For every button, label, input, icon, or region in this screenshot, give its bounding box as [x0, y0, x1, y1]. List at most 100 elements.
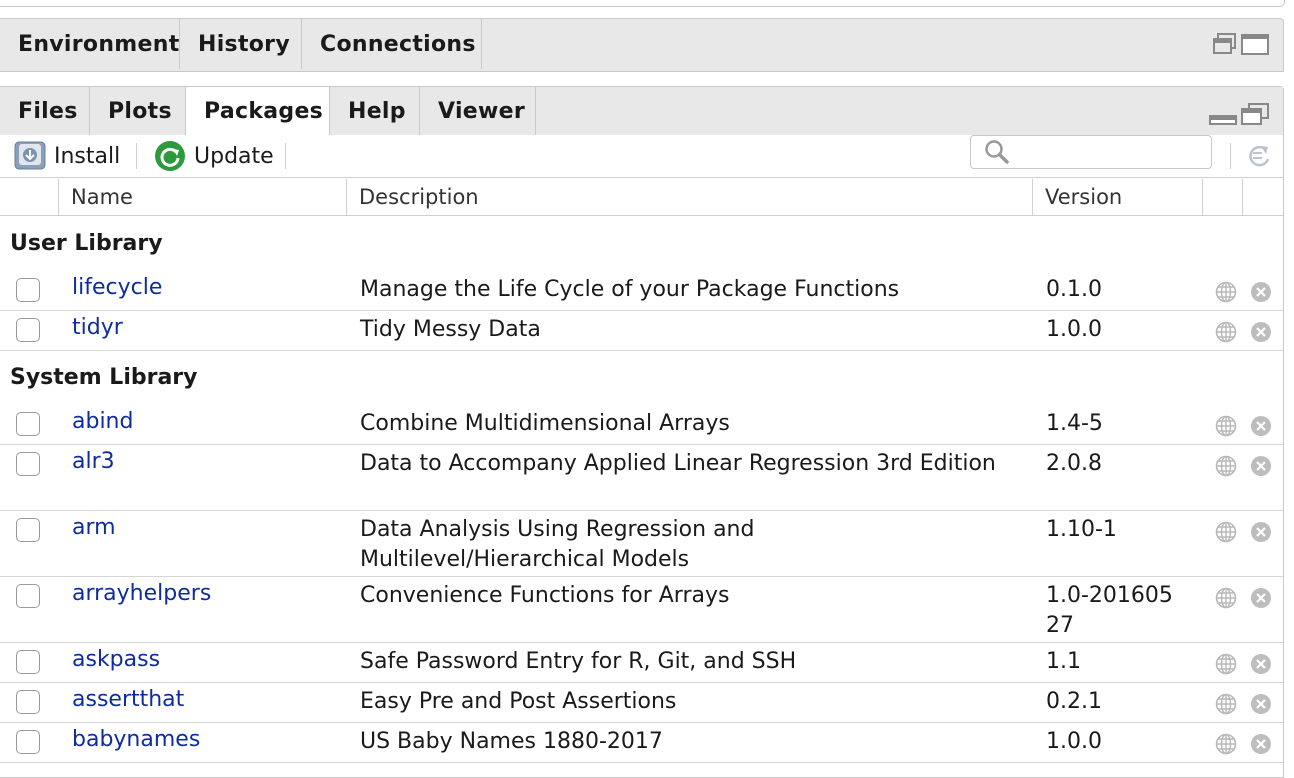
install-icon — [14, 141, 46, 170]
install-button[interactable]: Install — [14, 139, 120, 173]
table-row: tidyr Tidy Messy Data 1.0.0 — [0, 311, 1283, 351]
package-checkbox[interactable] — [16, 318, 40, 342]
package-checkbox[interactable] — [16, 518, 40, 542]
globe-icon[interactable] — [1215, 587, 1237, 609]
update-label: Update — [194, 143, 274, 169]
tab-packages[interactable]: Packages — [186, 87, 330, 136]
toolbar-divider — [285, 143, 286, 169]
remove-package-icon[interactable] — [1250, 653, 1272, 675]
environment-window-controls — [1213, 33, 1269, 55]
package-description: Data to Accompany Applied Linear Regress… — [360, 451, 996, 476]
remove-package-icon[interactable] — [1250, 521, 1272, 543]
package-description: Combine Multidimensional Arrays — [360, 411, 730, 436]
remove-package-icon[interactable] — [1250, 415, 1272, 437]
table-row: alr3 Data to Accompany Applied Linear Re… — [0, 445, 1283, 511]
package-checkbox[interactable] — [16, 650, 40, 674]
remove-package-icon[interactable] — [1250, 693, 1272, 715]
package-name-link[interactable]: abind — [72, 409, 133, 434]
package-name-link[interactable]: assertthat — [72, 687, 184, 712]
package-description: Data Analysis Using Regression and Multi… — [360, 517, 755, 572]
update-icon — [155, 141, 185, 171]
package-name-link[interactable]: alr3 — [72, 449, 115, 474]
system-library-heading: System Library — [10, 365, 198, 390]
table-row: assertthat Easy Pre and Post Assertions … — [0, 683, 1283, 723]
package-name-link[interactable]: lifecycle — [72, 275, 162, 300]
table-row: abind Combine Multidimensional Arrays 1.… — [0, 405, 1283, 445]
environment-pane: Environment History Connections — [0, 18, 1284, 72]
packages-table-header: Name Description Version — [0, 179, 1283, 216]
tab-plots[interactable]: Plots — [90, 87, 186, 135]
table-row: arm Data Analysis Using Regression and M… — [0, 511, 1283, 577]
user-library-heading: User Library — [10, 231, 163, 256]
column-header-name[interactable]: Name — [58, 179, 346, 215]
packages-pane: Files Plots Packages Help Viewer Install — [0, 86, 1284, 778]
tab-viewer[interactable]: Viewer — [420, 87, 536, 135]
tab-help[interactable]: Help — [330, 87, 420, 135]
packages-window-controls — [1209, 103, 1269, 125]
minimize-pane-icon[interactable] — [1209, 103, 1237, 125]
package-checkbox[interactable] — [16, 690, 40, 714]
package-name-link[interactable]: babynames — [72, 727, 200, 752]
package-version: 1.1 — [1046, 649, 1081, 674]
package-checkbox[interactable] — [16, 730, 40, 754]
toolbar-divider — [136, 143, 137, 169]
package-checkbox[interactable] — [16, 278, 40, 302]
refresh-icon[interactable] — [1244, 141, 1274, 171]
package-description: Easy Pre and Post Assertions — [360, 689, 677, 714]
column-header-remove — [1242, 179, 1283, 215]
environment-tabbar: Environment History Connections — [0, 19, 482, 69]
remove-package-icon[interactable] — [1250, 733, 1272, 755]
table-row: arrayhelpers Convenience Functions for A… — [0, 577, 1283, 643]
globe-icon[interactable] — [1215, 521, 1237, 543]
package-search-input[interactable] — [970, 135, 1212, 169]
table-row: askpass Safe Password Entry for R, Git, … — [0, 643, 1283, 683]
package-version: 1.0.0 — [1046, 729, 1102, 754]
package-description: US Baby Names 1880-2017 — [360, 729, 663, 754]
tab-history[interactable]: History — [180, 19, 302, 69]
package-description: Convenience Functions for Arrays — [360, 583, 730, 608]
globe-icon[interactable] — [1215, 321, 1237, 343]
tab-connections[interactable]: Connections — [302, 19, 482, 69]
install-label: Install — [54, 143, 121, 169]
package-name-link[interactable]: arrayhelpers — [72, 581, 211, 606]
package-name-link[interactable]: arm — [72, 515, 116, 540]
package-name-link[interactable]: askpass — [72, 647, 160, 672]
package-description: Manage the Life Cycle of your Package Fu… — [360, 277, 900, 302]
maximize-pane-icon[interactable] — [1241, 33, 1269, 55]
package-checkbox[interactable] — [16, 584, 40, 608]
globe-icon[interactable] — [1215, 693, 1237, 715]
restore-pane-icon[interactable] — [1241, 103, 1269, 125]
globe-icon[interactable] — [1215, 281, 1237, 303]
restore-pane-icon[interactable] — [1213, 33, 1237, 55]
remove-package-icon[interactable] — [1250, 321, 1272, 343]
package-description: Safe Password Entry for R, Git, and SSH — [360, 649, 797, 674]
update-button[interactable]: Update — [154, 139, 274, 173]
package-version: 0.1.0 — [1046, 277, 1102, 302]
tab-environment[interactable]: Environment — [0, 19, 180, 69]
remove-package-icon[interactable] — [1250, 281, 1272, 303]
column-header-description[interactable]: Description — [346, 179, 1032, 215]
search-icon — [985, 140, 1009, 164]
globe-icon[interactable] — [1215, 653, 1237, 675]
table-row: babynames US Baby Names 1880-2017 1.0.0 — [0, 723, 1283, 763]
column-header-web — [1202, 179, 1242, 215]
remove-package-icon[interactable] — [1250, 587, 1272, 609]
globe-icon[interactable] — [1215, 415, 1237, 437]
upper-pane-edge — [0, 0, 1285, 7]
globe-icon[interactable] — [1215, 733, 1237, 755]
package-version: 1.4-5 — [1046, 411, 1103, 436]
package-version: 1.0.0 — [1046, 317, 1102, 342]
table-row: lifecycle Manage the Life Cycle of your … — [0, 271, 1283, 311]
package-name-link[interactable]: tidyr — [72, 315, 123, 340]
column-header-version[interactable]: Version — [1032, 179, 1202, 215]
tab-files[interactable]: Files — [0, 87, 90, 135]
packages-tabbar: Files Plots Packages Help Viewer — [0, 87, 1283, 136]
package-version: 2.0.8 — [1046, 451, 1102, 476]
globe-icon[interactable] — [1215, 455, 1237, 477]
remove-package-icon[interactable] — [1250, 455, 1272, 477]
package-checkbox[interactable] — [16, 452, 40, 476]
package-checkbox[interactable] — [16, 412, 40, 436]
toolbar-divider — [1230, 143, 1231, 169]
package-version: 0.2.1 — [1046, 689, 1102, 714]
package-description: Tidy Messy Data — [360, 317, 541, 342]
